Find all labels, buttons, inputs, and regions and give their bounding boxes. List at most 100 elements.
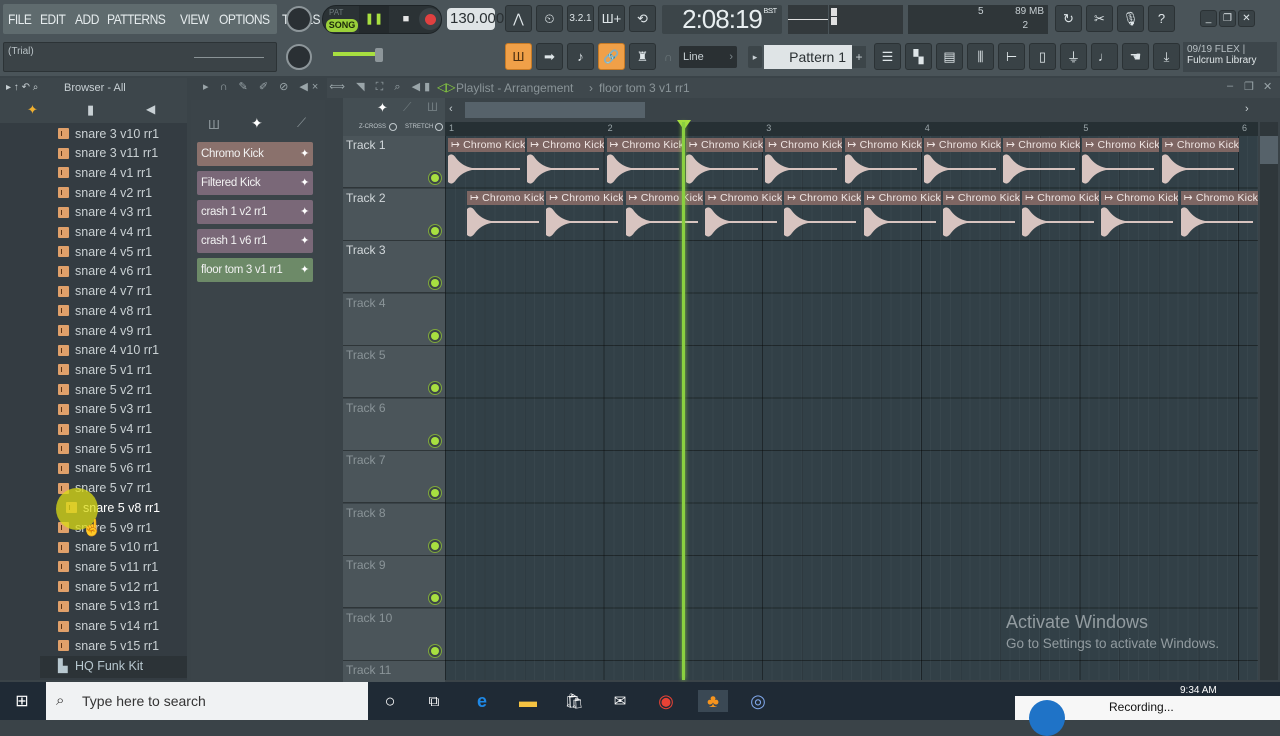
track-mute-led[interactable] [431, 384, 439, 392]
note-blend-button[interactable]: ♪ [567, 43, 594, 70]
cut-tool-button[interactable]: ✂ [1086, 5, 1113, 32]
audio-clip[interactable]: ↦ Chromo Kick [844, 138, 922, 186]
menu-view[interactable]: VIEW [180, 11, 209, 27]
automation-icon[interactable]: ⟋ [403, 100, 411, 115]
touch-controller-button[interactable]: ☚ [1122, 43, 1149, 70]
master-volume-slider-handle[interactable] [375, 48, 383, 62]
browser-item[interactable]: snare 3 v10 rr1 [58, 124, 159, 143]
track-header[interactable]: Track 1 [343, 136, 445, 188]
piano-icon[interactable]: Ш [208, 117, 220, 132]
track-mute-led[interactable] [431, 646, 439, 655]
browser-folder[interactable]: ▙ HQ Funk Kit [40, 656, 187, 678]
project-button[interactable]: ▯ [1029, 43, 1056, 70]
scroll-right-icon[interactable]: › [1245, 103, 1249, 115]
pause-recording-icon[interactable] [1029, 700, 1065, 736]
browser-item[interactable]: snare 4 v8 rr1 [58, 301, 152, 320]
loop-record-button[interactable]: ⟲ [629, 5, 656, 32]
track-mute-led[interactable] [431, 594, 439, 602]
track-mute-led[interactable] [431, 489, 439, 497]
cinema4d-icon[interactable]: ◎ [746, 690, 770, 712]
browser-item[interactable]: snare 5 v14 rr1 [58, 617, 159, 636]
audio-clip[interactable]: ↦ Chromo Kick [784, 190, 862, 239]
link-button[interactable]: 🔗 [598, 43, 625, 70]
audio-clip[interactable]: ↦ Chromo Kick [1022, 190, 1100, 239]
browser-item[interactable]: snare 4 v2 rr1 [58, 183, 152, 202]
audio-clip[interactable]: ↦ Chromo Kick [1180, 190, 1258, 239]
step-edit-button[interactable]: Ш+ [598, 5, 625, 32]
master-pitch-knob[interactable] [286, 44, 312, 70]
close-button[interactable]: ✕ [1238, 10, 1255, 27]
browser-item[interactable]: snare 5 v13 rr1 [58, 597, 159, 616]
audio-clip[interactable]: ↦ Chromo Kick [1101, 190, 1179, 239]
download-button[interactable]: ⤓ [1153, 43, 1180, 70]
browser-item[interactable]: snare 5 v12 rr1 [58, 577, 159, 596]
stretch-toggle[interactable] [435, 123, 443, 131]
scrollbar-thumb[interactable] [1260, 136, 1278, 164]
play-pause-button[interactable]: ❚❚ [359, 6, 389, 33]
pattern-selector[interactable]: Pattern 1 [764, 45, 852, 69]
menu-file[interactable]: FILE [8, 11, 32, 27]
audio-clip-icon[interactable]: ✦ [377, 100, 388, 116]
track-header[interactable]: Track 4 [343, 293, 445, 346]
song-position-display[interactable]: 2:08:19 B:S:T [662, 5, 782, 34]
channel-button[interactable]: crash 1 v2 rr1 ✦ [197, 200, 313, 224]
file-explorer-icon[interactable]: ▬ [516, 690, 540, 712]
plugin-icon[interactable]: ◀ [146, 102, 155, 116]
chrome-icon[interactable]: ◉ [654, 690, 678, 712]
mail-icon[interactable]: ✉ [608, 690, 632, 712]
menu-edit[interactable]: EDIT [40, 11, 66, 27]
audio-clip[interactable]: ↦ Chromo Kick [863, 190, 941, 239]
track-header[interactable]: Track 6 [343, 398, 445, 451]
browser-item[interactable]: snare 3 v11 rr1 [58, 144, 158, 163]
channel-button[interactable]: Chromo Kick ✦ [197, 142, 313, 166]
tempo-field[interactable]: 130.000 [447, 8, 504, 30]
pattern-menu-button[interactable]: ▸ [748, 46, 762, 68]
track-header[interactable]: Track 3 [343, 241, 445, 293]
record-button[interactable] [419, 8, 441, 30]
browser-item[interactable]: snare 4 v3 rr1 [58, 203, 152, 222]
cortana-icon[interactable]: ○ [378, 690, 402, 712]
mixer-button[interactable]: ⫼ [967, 43, 994, 70]
help-button[interactable]: ? [1148, 5, 1175, 32]
menu-add[interactable]: ADD [75, 11, 99, 27]
audio-clip[interactable]: ↦ Chromo Kick [527, 138, 605, 186]
audio-clip[interactable]: ↦ Chromo Kick [765, 138, 843, 186]
browser-button[interactable]: ⊢ [998, 43, 1025, 70]
browser-item[interactable]: snare 5 v2 rr1 [58, 380, 152, 399]
plugin-picker-button[interactable]: ⏚ [1060, 43, 1087, 70]
windows-start-icon[interactable]: ⊞ [10, 690, 34, 712]
audio-clip[interactable]: ↦ Chromo Kick [1003, 138, 1081, 186]
timeline-ruler[interactable]: 1 2 3 4 5 6 [445, 122, 1258, 136]
waveform-icon[interactable]: ✦ [27, 102, 38, 118]
recording-widget[interactable]: Recording... [1015, 696, 1280, 736]
minimize-button[interactable]: _ [1200, 10, 1217, 27]
taskbar-search[interactable]: ⌕ Type here to search [46, 682, 368, 720]
browser-item[interactable]: snare 4 v1 rr1 [58, 163, 152, 182]
browser-item[interactable]: snare 4 v6 rr1 [58, 262, 152, 281]
browser-item[interactable]: snare 4 v5 rr1 [58, 242, 152, 261]
files-icon[interactable]: ▮ [87, 102, 94, 118]
fl-studio-icon[interactable]: ♣ [698, 690, 728, 712]
menu-patterns[interactable]: PATTERNS [107, 11, 166, 27]
audio-clip[interactable]: ↦ Chromo Kick [942, 190, 1020, 239]
track-mute-led[interactable] [431, 226, 439, 235]
metronome-button[interactable]: ⋀ [505, 5, 532, 32]
menu-options[interactable]: OPTIONS [219, 11, 270, 27]
piano-roll-button[interactable]: ▚ [905, 43, 932, 70]
song-label[interactable]: SONG [326, 19, 358, 32]
snap-select[interactable]: Line › [679, 46, 737, 68]
track-header[interactable]: Track 7 [343, 451, 445, 503]
track-mute-led[interactable] [431, 541, 439, 550]
audio-clip[interactable]: ↦ Chromo Kick [685, 138, 763, 186]
restore-button[interactable]: ❐ [1219, 10, 1236, 27]
audio-clip[interactable]: ↦ Chromo Kick [606, 138, 684, 186]
track-header[interactable]: Track 2 [343, 188, 445, 241]
browser-item[interactable]: snare 4 v7 rr1 [58, 282, 152, 301]
audio-record-button[interactable]: 🎙 [1117, 5, 1144, 32]
track-mute-led[interactable] [431, 331, 439, 340]
close-icon[interactable]: ✕ [1263, 80, 1272, 93]
browser-item[interactable]: snare 5 v10 rr1 [58, 538, 159, 557]
master-volume-knob[interactable] [286, 6, 312, 32]
undo-history-button[interactable]: ↻ [1055, 5, 1082, 32]
news-panel[interactable]: 09/19 FLEX | Fulcrum Library [1183, 42, 1277, 72]
